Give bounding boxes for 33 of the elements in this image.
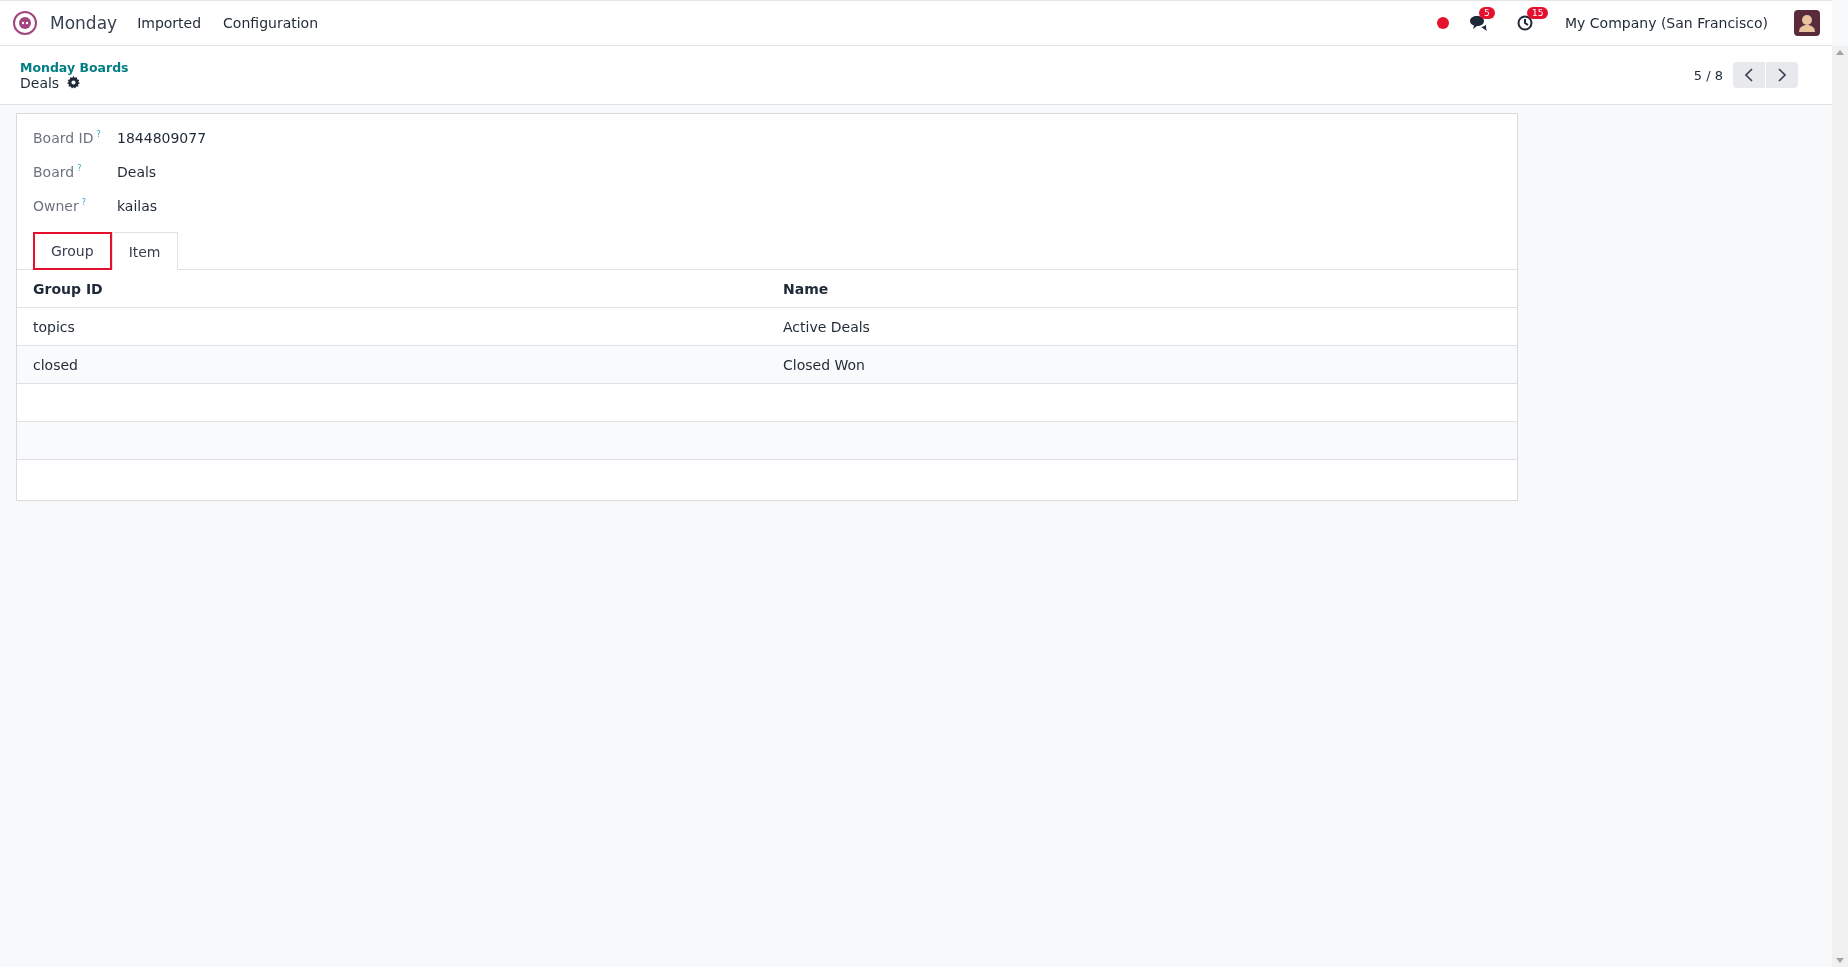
settings-icon[interactable] <box>67 76 81 89</box>
field-value: 1844809077 <box>117 130 208 146</box>
menu-item[interactable]: Configuration <box>223 15 319 31</box>
table-cell: Active Deals <box>767 307 1517 346</box>
activity-count-badge: 15 <box>1527 7 1549 19</box>
chevron-right-icon <box>1778 68 1786 82</box>
clock-icon[interactable] <box>1517 15 1534 31</box>
table-cell: Closed Won <box>767 345 1517 384</box>
status-dot-icon <box>1437 17 1450 29</box>
menu-item[interactable]: Imported <box>137 15 202 31</box>
user-avatar[interactable] <box>1794 10 1820 36</box>
field-label: Board ID <box>33 130 94 146</box>
app-logo-icon[interactable] <box>12 10 38 36</box>
chevron-left-icon <box>1745 68 1753 82</box>
table-cell: topics <box>17 307 767 346</box>
pager-value: 5 / 8 <box>1693 67 1723 83</box>
message-count-badge: 5 <box>1479 7 1495 19</box>
column-header[interactable]: Group ID <box>17 269 767 308</box>
next-button[interactable] <box>1766 62 1798 88</box>
company-switcher[interactable]: My Company (San Francisco) <box>1559 14 1774 32</box>
previous-button[interactable] <box>1733 62 1765 88</box>
field-label: Board <box>33 164 75 180</box>
breadcrumb-link[interactable]: Monday Boards <box>20 59 1694 75</box>
column-header[interactable]: Name <box>767 269 1517 308</box>
chat-icon[interactable] <box>1469 15 1488 31</box>
tab[interactable]: Group <box>33 232 112 270</box>
tab[interactable]: Item <box>111 232 178 270</box>
app-name[interactable]: Monday <box>50 13 118 33</box>
record-title: Deals <box>20 74 60 91</box>
table-cell: closed <box>17 345 767 384</box>
field-value: Deals <box>117 164 158 180</box>
field-value: kailas <box>117 198 159 214</box>
field-label: Owner <box>33 198 79 214</box>
